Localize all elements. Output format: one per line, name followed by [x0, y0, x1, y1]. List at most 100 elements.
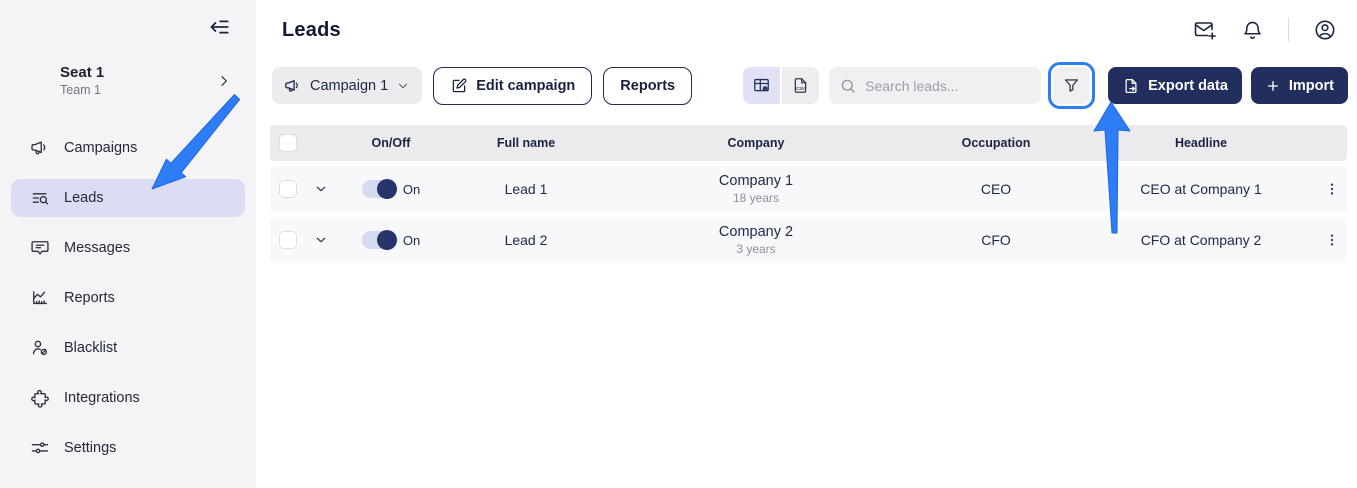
- search-field[interactable]: [829, 67, 1041, 104]
- export-data-button[interactable]: Export data: [1108, 67, 1242, 104]
- megaphone-icon: [30, 138, 50, 158]
- toggle-state-label: On: [403, 233, 420, 248]
- select-all-checkbox[interactable]: [279, 134, 297, 152]
- import-button[interactable]: Import: [1251, 67, 1348, 104]
- notifications-button[interactable]: [1241, 19, 1264, 42]
- user-block-icon: [30, 338, 50, 358]
- table-header-row: On/Off Full name Company Occupation Head…: [270, 125, 1347, 161]
- sidebar-item-integrations[interactable]: Integrations: [11, 379, 245, 417]
- toggle-knob: [377, 179, 397, 199]
- puzzle-icon: [30, 388, 50, 408]
- svg-text:CSV: CSV: [796, 86, 805, 91]
- row-checkbox[interactable]: [279, 180, 297, 198]
- edit-campaign-button[interactable]: Edit campaign: [433, 67, 592, 105]
- row-menu-button[interactable]: [1324, 181, 1340, 197]
- sidebar-nav: Campaigns Leads Messages: [0, 129, 256, 467]
- sidebar-item-settings[interactable]: Settings: [11, 429, 245, 467]
- column-header-occupation: Occupation: [906, 136, 1086, 150]
- lead-occupation: CEO: [906, 181, 1086, 197]
- chevron-down-icon: [396, 79, 410, 93]
- import-label: Import: [1289, 78, 1334, 94]
- table-row: On Lead 2 Company 2 3 years CFO CFO at C…: [270, 217, 1347, 263]
- row-checkbox[interactable]: [279, 231, 297, 249]
- sidebar-item-blacklist[interactable]: Blacklist: [11, 329, 245, 367]
- leads-table: On/Off Full name Company Occupation Head…: [270, 125, 1347, 263]
- topbar-divider: [1288, 18, 1289, 42]
- sidebar-item-reports[interactable]: Reports: [11, 279, 245, 317]
- sidebar-item-label: Reports: [64, 290, 115, 306]
- search-icon: [839, 77, 857, 95]
- csv-file-icon: CSV: [791, 76, 810, 95]
- workspace-team: Team 1: [60, 83, 216, 97]
- column-header-company: Company: [606, 136, 906, 150]
- sidebar-item-label: Campaigns: [64, 140, 137, 156]
- edit-campaign-label: Edit campaign: [476, 78, 575, 94]
- collapse-sidebar-button[interactable]: [206, 14, 232, 40]
- lead-headline: CEO at Company 1: [1086, 181, 1316, 197]
- toggle-knob: [377, 230, 397, 250]
- row-menu-button[interactable]: [1324, 232, 1340, 248]
- lead-on-off-toggle[interactable]: [362, 180, 396, 198]
- sidebar-item-label: Leads: [64, 190, 104, 206]
- new-message-button[interactable]: [1193, 18, 1217, 42]
- lead-company-duration: 18 years: [733, 191, 779, 206]
- chat-bubble-icon: [30, 238, 50, 258]
- kebab-menu-icon: [1324, 232, 1340, 248]
- chevron-right-icon: [216, 73, 232, 89]
- page-title: Leads: [282, 19, 341, 42]
- toggle-state-label: On: [403, 182, 420, 197]
- sidebar-item-messages[interactable]: Messages: [11, 229, 245, 267]
- lead-company: Company 2: [719, 223, 793, 241]
- table-row: On Lead 1 Company 1 18 years CEO CEO at …: [270, 166, 1347, 212]
- reports-button[interactable]: Reports: [603, 67, 692, 105]
- search-input[interactable]: [865, 78, 1031, 94]
- lead-on-off-toggle[interactable]: [362, 231, 396, 249]
- leads-search-icon: [30, 188, 50, 208]
- toolbar: Campaign 1 Edit campaign Reports: [256, 62, 1357, 109]
- chevron-down-icon: [313, 232, 329, 248]
- reports-button-label: Reports: [620, 78, 675, 94]
- chart-icon: [30, 288, 50, 308]
- kebab-menu-icon: [1324, 181, 1340, 197]
- sidebar-item-leads[interactable]: Leads: [11, 179, 245, 217]
- sidebar-item-label: Settings: [64, 440, 116, 456]
- workspace-switcher[interactable]: Seat 1 Team 1: [60, 64, 232, 97]
- filter-button[interactable]: [1053, 67, 1090, 104]
- sidebar: Seat 1 Team 1 Campaigns: [0, 0, 256, 488]
- file-export-icon: [1122, 77, 1140, 95]
- megaphone-icon: [284, 77, 302, 95]
- filter-annotation-highlight: [1048, 62, 1095, 109]
- sidebar-item-label: Blacklist: [64, 340, 117, 356]
- plus-icon: [1265, 78, 1281, 94]
- topbar: Leads: [256, 0, 1357, 42]
- edit-pen-icon: [450, 77, 468, 95]
- mail-plus-icon: [1193, 18, 1217, 42]
- lead-company: Company 1: [719, 172, 793, 190]
- view-toggle: CSV: [743, 67, 819, 104]
- workspace-name: Seat 1: [60, 64, 216, 81]
- sliders-icon: [30, 438, 50, 458]
- profile-button[interactable]: [1313, 18, 1337, 42]
- campaign-selector[interactable]: Campaign 1: [272, 67, 422, 104]
- expand-row-button[interactable]: [306, 181, 336, 197]
- lead-occupation: CFO: [906, 232, 1086, 248]
- csv-view-button[interactable]: CSV: [782, 67, 819, 104]
- table-view-button[interactable]: [743, 67, 780, 104]
- table-settings-icon: [752, 76, 771, 95]
- column-header-fullname: Full name: [446, 136, 606, 150]
- expand-row-button[interactable]: [306, 232, 336, 248]
- sidebar-item-campaigns[interactable]: Campaigns: [11, 129, 245, 167]
- user-avatar-icon: [1313, 18, 1337, 42]
- collapse-sidebar-icon: [206, 14, 232, 40]
- main-content: Leads: [256, 0, 1357, 488]
- lead-full-name: Lead 2: [446, 232, 606, 248]
- column-header-onoff: On/Off: [336, 136, 446, 150]
- lead-full-name: Lead 1: [446, 181, 606, 197]
- sidebar-item-label: Messages: [64, 240, 130, 256]
- lead-headline: CFO at Company 2: [1086, 232, 1316, 248]
- lead-company-duration: 3 years: [736, 242, 775, 257]
- campaign-selector-label: Campaign 1: [310, 78, 388, 94]
- export-data-label: Export data: [1148, 78, 1228, 94]
- bell-icon: [1241, 19, 1264, 42]
- sidebar-item-label: Integrations: [64, 390, 140, 406]
